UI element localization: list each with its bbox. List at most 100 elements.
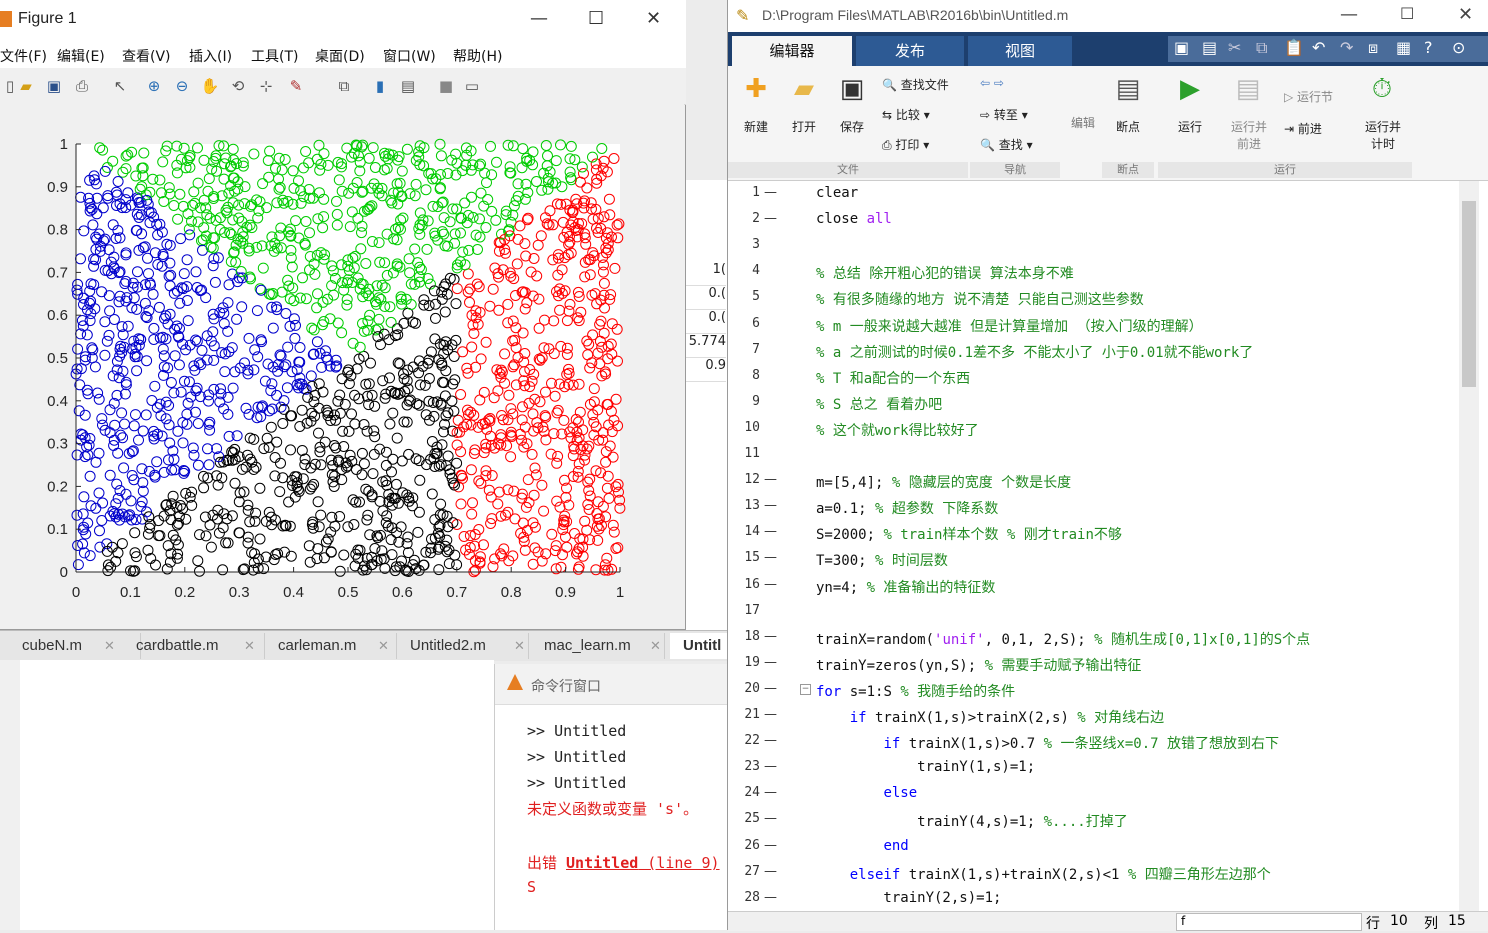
close-icon[interactable]: ✕ <box>514 633 525 659</box>
code-line[interactable]: yn=4; % 准备输出的特征数 <box>816 577 995 597</box>
error-line-link[interactable]: (line 9) <box>638 854 719 872</box>
file-tab[interactable]: cardbattle.m ✕ <box>120 633 265 659</box>
code-line[interactable]: % 这个就work得比较好了 <box>816 420 979 440</box>
breakpoint-marker[interactable]: — <box>764 733 777 748</box>
edit-button[interactable]: 编辑 <box>1066 114 1100 131</box>
breakpoint-marker[interactable]: — <box>764 864 777 879</box>
save-icon[interactable]: ▣ <box>834 74 870 104</box>
maximize-button[interactable]: ☐ <box>588 8 604 29</box>
code-editor[interactable]: 1 — clear 2 — close all 3 4 % 总结 除开粗心犯的错误 算法本身不难… <box>728 181 1455 911</box>
code-line[interactable]: trainY(4,s)=1; %....打掉了 <box>816 811 1128 831</box>
breakpoint-icon[interactable]: ▤ <box>1110 74 1146 104</box>
run-icon[interactable]: ▶ <box>1172 74 1208 104</box>
breakpoint-marker[interactable]: — <box>764 681 777 696</box>
run-advance-button[interactable]: 运行并 前进 <box>1222 118 1276 152</box>
breakpoint-marker[interactable]: — <box>764 811 777 826</box>
menu-tools[interactable]: 工具(T) <box>251 46 298 66</box>
code-line[interactable]: close all <box>816 211 892 227</box>
code-line[interactable]: elseif trainX(1,s)+trainX(2,s)<1 % 四瓣三角形… <box>816 864 1271 884</box>
print-button[interactable]: ⎙ 打印 ▾ <box>882 136 962 153</box>
code-line[interactable]: trainX=random('unif', 0,1, 2,S); % 随机生成[… <box>816 629 1310 649</box>
rotate-icon[interactable]: ⟲ <box>228 76 248 96</box>
code-line[interactable]: m=[5,4]; % 隐藏层的宽度 个数是长度 <box>816 472 1071 492</box>
zoom-in-icon[interactable]: ⊕ <box>144 76 164 96</box>
hide-plot-tools-icon[interactable]: ■ <box>436 76 456 96</box>
save-icon[interactable]: ▣ <box>44 76 64 96</box>
data-cursor-icon[interactable]: ⊹ <box>256 76 276 96</box>
code-line[interactable]: else <box>816 785 917 801</box>
breakpoint-marker[interactable]: — <box>764 472 777 487</box>
close-icon[interactable]: ✕ <box>244 633 255 659</box>
expand-icon[interactable]: ⊙ <box>1452 38 1465 57</box>
brush-icon[interactable]: ✎ <box>286 76 306 96</box>
code-line[interactable]: S=2000; % train样本个数 % 刚才train不够 <box>816 524 1122 544</box>
open-button[interactable]: 打开 <box>784 118 824 135</box>
code-line[interactable]: if trainX(1,s)>0.7 % 一条竖线x=0.7 放错了想放到右下 <box>816 733 1279 753</box>
file-tab[interactable]: mac_learn.m ✕ <box>528 633 665 659</box>
tab-publish[interactable]: 发布 <box>856 36 964 66</box>
menu-edit[interactable]: 编辑(E) <box>57 46 105 66</box>
find-button[interactable]: 🔍 查找 ▾ <box>980 136 1060 153</box>
save-icon[interactable]: ▣ <box>1174 38 1189 57</box>
close-button[interactable]: ✕ <box>1458 4 1473 25</box>
breakpoint-marker[interactable]: — <box>764 498 777 513</box>
code-line[interactable]: % 总结 除开粗心犯的错误 算法本身不难 <box>816 263 1074 283</box>
file-tab[interactable]: Untitled2.m ✕ <box>394 633 529 659</box>
breakpoint-marker[interactable]: — <box>764 890 777 905</box>
minimize-button[interactable]: — <box>1340 4 1358 25</box>
breakpoint-marker[interactable]: — <box>764 550 777 565</box>
code-line[interactable]: end <box>816 838 908 854</box>
copy-icon[interactable]: ⧉ <box>1256 38 1267 58</box>
minimize-button[interactable]: — <box>530 8 548 29</box>
close-icon[interactable]: ✕ <box>378 633 389 659</box>
cut-icon[interactable]: ✂ <box>1228 38 1241 57</box>
code-line[interactable]: % S 总之 看着办吧 <box>816 394 942 414</box>
new-icon[interactable]: ✚ <box>738 74 774 104</box>
breakpoint-marker[interactable]: — <box>764 629 777 644</box>
close-icon[interactable]: ✕ <box>650 633 661 659</box>
breakpoint-marker[interactable]: — <box>764 211 777 226</box>
save-icon[interactable]: ▤ <box>1202 38 1217 57</box>
redo-icon[interactable]: ↷ <box>1340 38 1353 57</box>
code-line[interactable]: if trainX(1,s)>trainX(2,s) % 对角线右边 <box>816 707 1164 727</box>
print-icon[interactable]: ⎙ <box>72 76 92 96</box>
paste-icon[interactable]: 📋 <box>1284 38 1304 57</box>
run-time-icon[interactable]: ⏱ <box>1364 74 1400 104</box>
scatter-plot[interactable]: 0 0.1 0.2 0.3 0.4 0.5 0.6 0.7 0.8 0.9 1 0 0.1 0.2 0.3 0… <box>0 104 684 628</box>
undo-icon[interactable]: ↶ <box>1312 38 1325 57</box>
code-line[interactable]: % T 和a配合的一个东西 <box>816 368 970 388</box>
vertical-scrollbar[interactable] <box>1459 181 1479 911</box>
code-line[interactable]: trainY=zeros(yn,S); % 需要手动赋予输出特征 <box>816 655 1141 675</box>
layout-icon[interactable]: ▦ <box>1396 38 1411 57</box>
breakpoint-marker[interactable]: — <box>764 524 777 539</box>
breakpoint-marker[interactable]: — <box>764 838 777 853</box>
back-forward-icon[interactable]: ⇦ ⇨ <box>980 76 1040 90</box>
colorbar-icon[interactable]: ▮ <box>370 76 390 96</box>
breakpoint-marker[interactable]: — <box>764 577 777 592</box>
error-link[interactable]: Untitled <box>566 854 638 872</box>
link-icon[interactable]: ⧉ <box>334 76 354 96</box>
menu-insert[interactable]: 插入(I) <box>189 46 232 66</box>
open-icon[interactable]: ▰ <box>16 76 36 96</box>
run-button[interactable]: 运行 <box>1170 118 1210 135</box>
menu-file[interactable]: 文件(F) <box>0 46 47 66</box>
code-line[interactable]: trainY(1,s)=1; <box>816 759 1035 775</box>
run-time-button[interactable]: 运行并 计时 <box>1356 118 1410 152</box>
maximize-button[interactable]: ☐ <box>1400 4 1414 23</box>
code-line[interactable]: % 有很多随缘的地方 说不清楚 只能自己测这些参数 <box>816 289 1144 309</box>
code-line[interactable]: % a 之前测试的时候0.1差不多 不能太小了 小于0.01就不能work了 <box>816 342 1253 362</box>
help-icon[interactable]: ? <box>1424 38 1433 57</box>
breakpoint-marker[interactable]: — <box>764 785 777 800</box>
breakpoint-marker[interactable]: — <box>764 707 777 722</box>
code-line[interactable]: trainY(2,s)=1; <box>816 890 1001 906</box>
run-section-button[interactable]: ▷ 运行节 <box>1284 88 1364 105</box>
menu-view[interactable]: 查看(V) <box>122 46 171 66</box>
tab-view[interactable]: 视图 <box>968 36 1072 66</box>
breakpoint-marker[interactable]: — <box>764 655 777 670</box>
breakpoint-marker[interactable]: — <box>764 185 777 200</box>
show-plot-tools-icon[interactable]: ▭ <box>462 76 482 96</box>
goto-button[interactable]: ⇨ 转至 ▾ <box>980 106 1060 123</box>
find-files-button[interactable]: 🔍 查找文件 <box>882 76 962 93</box>
breakpoint-marker[interactable]: — <box>764 759 777 774</box>
run-advance-icon[interactable]: ▤ <box>1230 74 1266 104</box>
